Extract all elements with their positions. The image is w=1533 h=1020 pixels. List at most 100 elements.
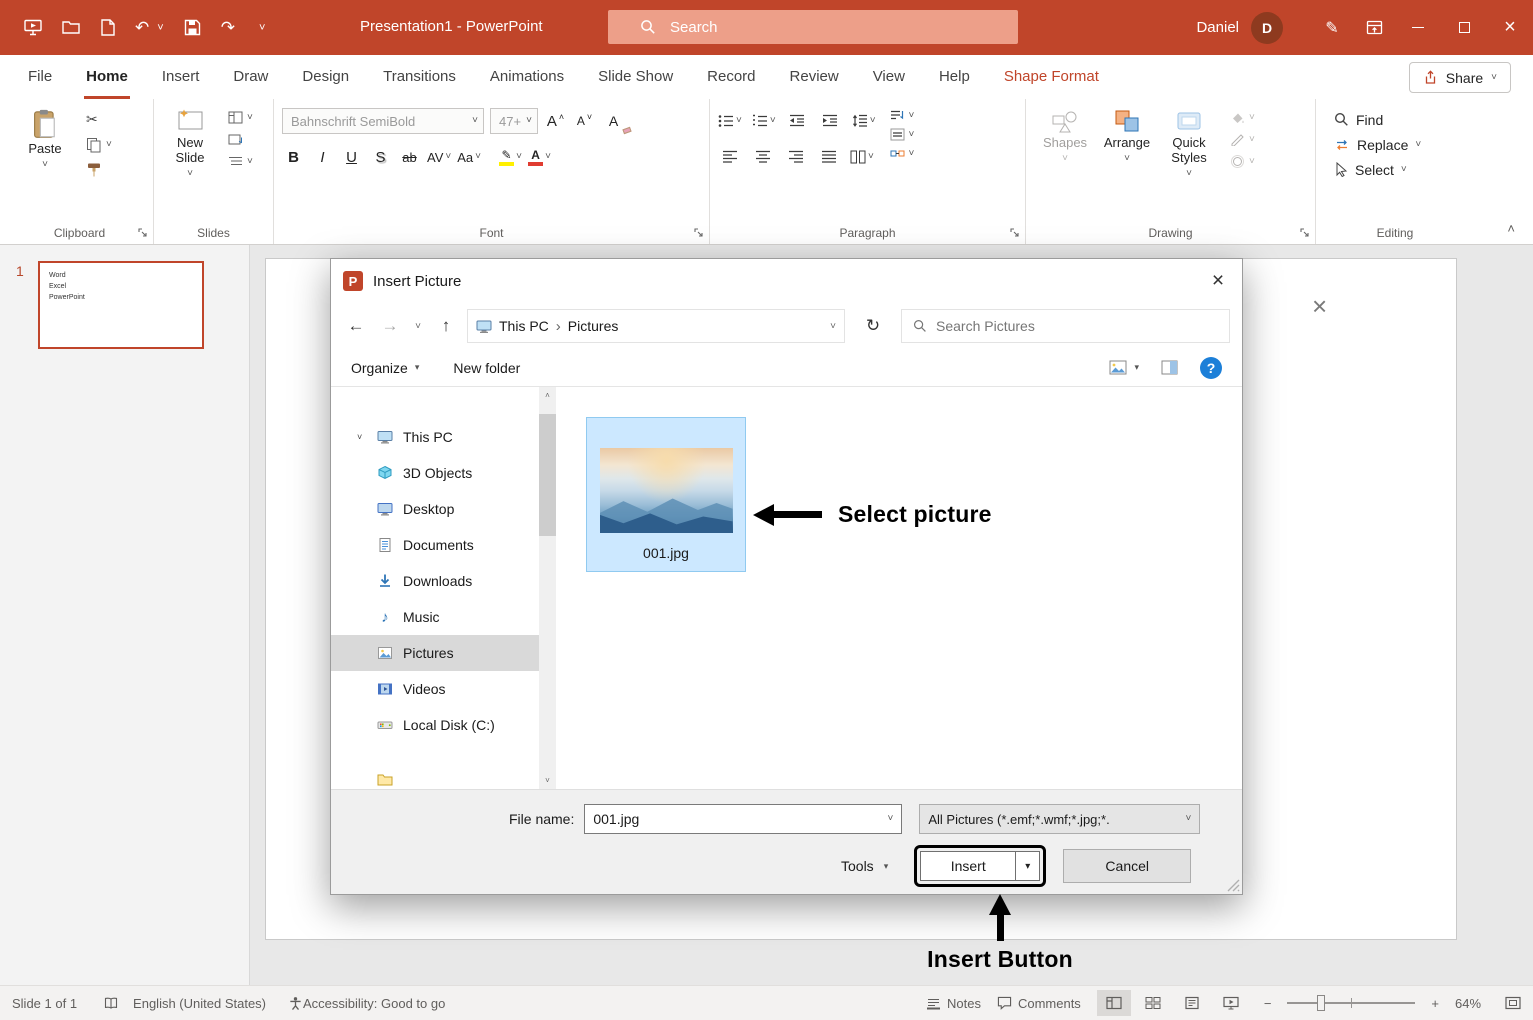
zoom-out-button[interactable]: − bbox=[1264, 996, 1272, 1011]
canvas-close-icon[interactable]: × bbox=[1312, 293, 1327, 319]
zoom-level[interactable]: 64% bbox=[1455, 996, 1489, 1011]
breadcrumb-pictures[interactable]: Pictures bbox=[568, 318, 619, 334]
paste-button[interactable]: Paste ˅ bbox=[14, 107, 76, 178]
file-tile-001-jpg[interactable]: 001.jpg bbox=[586, 417, 746, 572]
normal-view-button[interactable] bbox=[1097, 990, 1131, 1016]
accessibility-status[interactable]: Accessibility: Good to go bbox=[303, 996, 445, 1011]
maximize-button[interactable] bbox=[1441, 0, 1487, 55]
search-box[interactable]: Search bbox=[608, 10, 1018, 44]
file-name-input[interactable]: 001.jpg ˅ bbox=[584, 804, 902, 834]
font-size-combo[interactable]: 47+ ˅ bbox=[490, 108, 538, 134]
tree-item-local-disk[interactable]: Local Disk (C:) bbox=[331, 707, 539, 743]
tree-item-partial[interactable] bbox=[331, 761, 539, 789]
redo-icon[interactable]: ↷ bbox=[221, 18, 235, 38]
change-case-button[interactable]: Aa˅ bbox=[457, 144, 481, 170]
bold-button[interactable]: B bbox=[282, 144, 305, 170]
align-text-button[interactable]: ˅ bbox=[890, 128, 915, 141]
columns-button[interactable]: ˅ bbox=[850, 144, 874, 170]
up-button[interactable]: ↑ bbox=[433, 311, 459, 341]
tab-file[interactable]: File bbox=[14, 55, 66, 99]
back-button[interactable]: ← bbox=[343, 311, 369, 341]
tab-animations[interactable]: Animations bbox=[476, 55, 578, 99]
font-color-button[interactable]: A ˅ bbox=[528, 144, 551, 170]
chevron-down-icon[interactable]: ˅ bbox=[888, 814, 894, 824]
recent-locations-icon[interactable]: ˅ bbox=[411, 311, 425, 341]
minimize-button[interactable] bbox=[1395, 0, 1441, 55]
open-folder-icon[interactable] bbox=[62, 20, 80, 35]
resize-grip[interactable] bbox=[1227, 879, 1240, 892]
tab-insert[interactable]: Insert bbox=[148, 55, 214, 99]
decrease-font-size-button[interactable]: A˅ bbox=[573, 108, 596, 134]
text-direction-button[interactable]: ˅ bbox=[890, 109, 915, 122]
new-file-icon[interactable] bbox=[100, 19, 115, 36]
address-dropdown-icon[interactable]: ˅ bbox=[830, 321, 836, 332]
undo-dropdown-icon[interactable]: ˅ bbox=[157, 22, 163, 34]
line-spacing-button[interactable]: ˅ bbox=[852, 108, 876, 134]
tab-review[interactable]: Review bbox=[776, 55, 853, 99]
scrollbar-track[interactable] bbox=[539, 404, 556, 772]
arrange-button[interactable]: Arrange ˅ bbox=[1096, 107, 1158, 179]
tab-view[interactable]: View bbox=[859, 55, 919, 99]
start-slideshow-icon[interactable] bbox=[24, 19, 42, 36]
tree-item-videos[interactable]: Videos bbox=[331, 671, 539, 707]
notes-button[interactable]: Notes bbox=[926, 996, 981, 1011]
collapse-ribbon-icon[interactable]: ˄ bbox=[1507, 221, 1515, 236]
tab-slide-show[interactable]: Slide Show bbox=[584, 55, 687, 99]
tree-item-downloads[interactable]: Downloads bbox=[331, 563, 539, 599]
decrease-indent-button[interactable] bbox=[786, 108, 809, 134]
organize-button[interactable]: Organize ▾ bbox=[351, 360, 419, 376]
tab-record[interactable]: Record bbox=[693, 55, 769, 99]
zoom-in-button[interactable]: + bbox=[1431, 996, 1439, 1011]
slide-sorter-view-button[interactable] bbox=[1136, 990, 1170, 1016]
breadcrumb-this-pc[interactable]: This PC bbox=[499, 318, 549, 334]
undo-icon[interactable]: ↶ bbox=[135, 18, 149, 38]
increase-indent-button[interactable] bbox=[819, 108, 842, 134]
bullets-button[interactable]: ˅ bbox=[718, 108, 742, 134]
tools-dropdown[interactable]: Tools ▾ bbox=[841, 858, 888, 874]
align-center-button[interactable] bbox=[751, 144, 774, 170]
slide-show-button[interactable] bbox=[1214, 990, 1248, 1016]
scrollbar-thumb[interactable] bbox=[539, 414, 556, 536]
scroll-up-icon[interactable]: ˄ bbox=[545, 387, 550, 404]
reset-slide-button[interactable] bbox=[228, 133, 253, 146]
share-button[interactable]: Share ˅ bbox=[1409, 62, 1511, 93]
format-painter-button[interactable] bbox=[86, 162, 112, 178]
file-type-dropdown[interactable]: All Pictures (*.emf;*.wmf;*.jpg;*. ˅ bbox=[919, 804, 1200, 834]
drawing-dialog-launcher-icon[interactable] bbox=[1300, 228, 1310, 238]
close-button[interactable]: × bbox=[1487, 0, 1533, 55]
save-icon[interactable] bbox=[184, 19, 201, 36]
change-view-button[interactable]: ▾ bbox=[1109, 360, 1139, 375]
paragraph-dialog-launcher-icon[interactable] bbox=[1010, 228, 1020, 238]
character-spacing-button[interactable]: AV˅ bbox=[427, 144, 451, 170]
replace-button[interactable]: Replace ˅ bbox=[1334, 132, 1466, 157]
dialog-search-box[interactable]: Search Pictures bbox=[901, 309, 1230, 343]
tree-item-3d-objects[interactable]: 3D Objects bbox=[331, 455, 539, 491]
highlight-color-button[interactable]: ✎ ˅ bbox=[499, 144, 522, 170]
ribbon-display-options-icon[interactable] bbox=[1353, 0, 1395, 55]
tree-item-desktop[interactable]: Desktop bbox=[331, 491, 539, 527]
insert-button[interactable]: Insert bbox=[921, 852, 1015, 880]
insert-dropdown-button[interactable]: ▾ bbox=[1015, 852, 1039, 880]
tab-transitions[interactable]: Transitions bbox=[369, 55, 470, 99]
new-slide-button[interactable]: New Slide ˅ bbox=[162, 107, 218, 179]
zoom-slider-thumb[interactable] bbox=[1317, 995, 1325, 1011]
copy-button[interactable]: ˅ bbox=[86, 137, 112, 153]
zoom-slider[interactable] bbox=[1287, 1002, 1415, 1004]
refresh-button[interactable]: ↻ bbox=[853, 311, 893, 341]
align-left-button[interactable] bbox=[718, 144, 741, 170]
dialog-close-button[interactable]: × bbox=[1194, 259, 1242, 303]
scroll-down-icon[interactable]: ˅ bbox=[545, 772, 550, 789]
font-name-combo[interactable]: Bahnschrift SemiBold ˅ bbox=[282, 108, 484, 134]
spell-check-icon[interactable] bbox=[103, 996, 119, 1010]
cut-button[interactable]: ✂ bbox=[86, 111, 112, 128]
clipboard-dialog-launcher-icon[interactable] bbox=[138, 228, 148, 238]
underline-button[interactable]: U bbox=[340, 144, 363, 170]
font-dialog-launcher-icon[interactable] bbox=[694, 228, 704, 238]
quick-styles-button[interactable]: Quick Styles ˅ bbox=[1158, 107, 1220, 179]
slide-thumbnail[interactable]: Word Excel PowerPoint bbox=[38, 261, 204, 349]
fit-slide-to-window-button[interactable] bbox=[1505, 996, 1521, 1010]
language-indicator[interactable]: English (United States) bbox=[133, 996, 266, 1011]
reading-view-button[interactable] bbox=[1175, 990, 1209, 1016]
tree-scrollbar[interactable]: ˄ ˅ bbox=[539, 387, 556, 789]
tab-help[interactable]: Help bbox=[925, 55, 984, 99]
